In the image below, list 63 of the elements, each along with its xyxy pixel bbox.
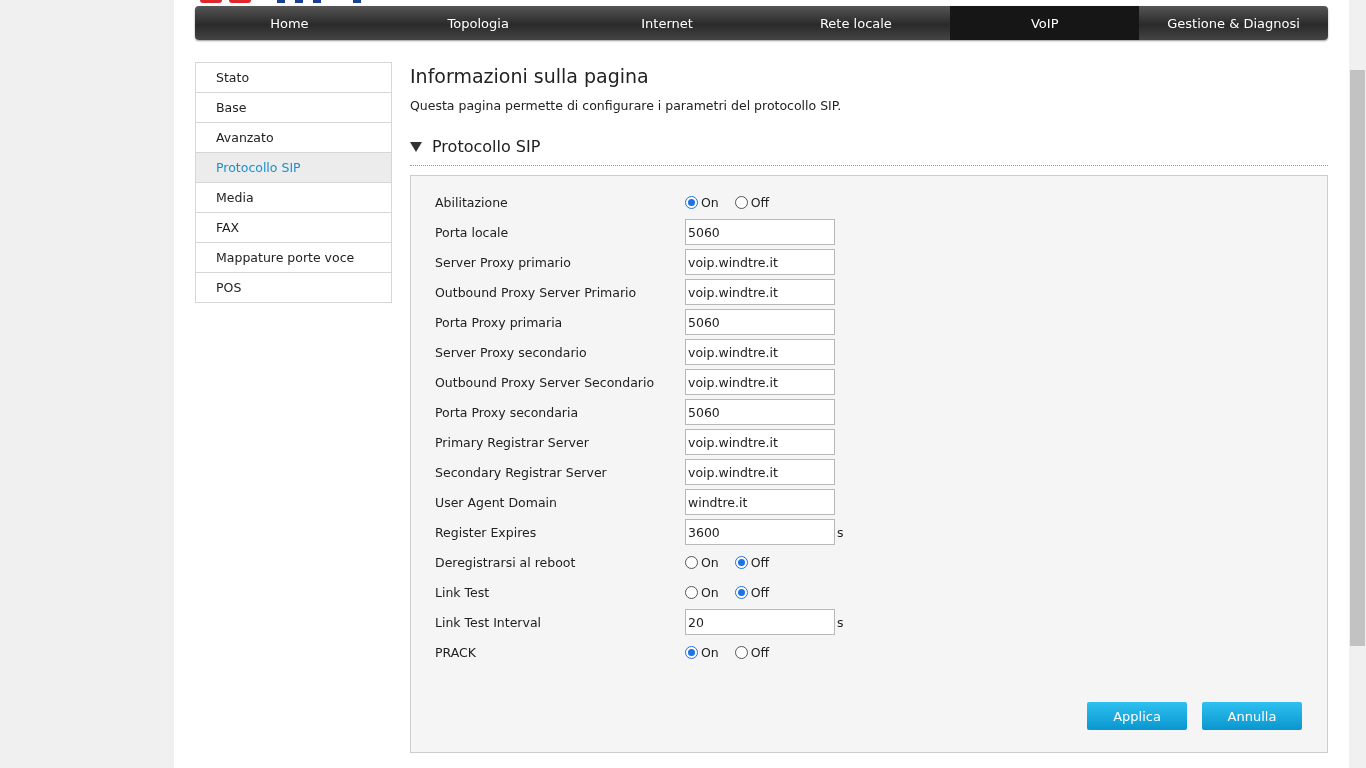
radio-icon[interactable] xyxy=(734,555,748,569)
radio-icon[interactable] xyxy=(685,195,698,209)
input-field[interactable]: 5060 xyxy=(685,309,835,335)
radio-option[interactable]: On xyxy=(685,644,719,660)
radio-icon[interactable] xyxy=(685,555,698,569)
nav-tab[interactable]: Topologia xyxy=(383,6,573,40)
nav-tab[interactable]: Internet xyxy=(572,6,762,40)
input-field[interactable]: voip.windtre.it xyxy=(685,369,835,395)
field-label: Outbound Proxy Server Primario xyxy=(435,284,638,300)
sidebar-item[interactable]: Avanzato xyxy=(195,122,392,153)
page-description: Questa pagina permette di configurare i parametri del protocollo SIP. xyxy=(410,98,843,113)
field-label: Link Test xyxy=(435,584,491,600)
page-title: Informazioni sulla pagina xyxy=(410,65,650,87)
field-label: Link Test Interval xyxy=(435,614,543,630)
radio-icon[interactable] xyxy=(734,195,748,209)
input-field[interactable]: windtre.it xyxy=(685,489,835,515)
input-field[interactable]: voip.windtre.it xyxy=(685,429,835,455)
sidebar-item[interactable]: FAX xyxy=(195,212,392,243)
radio-option[interactable]: On xyxy=(685,584,719,600)
expand-icon[interactable] xyxy=(410,141,422,152)
nav-tab[interactable]: VoIP xyxy=(950,6,1140,40)
section-title: Protocollo SIP xyxy=(432,137,541,156)
unit-label: s xyxy=(837,524,844,540)
radio-option[interactable]: On xyxy=(685,554,719,570)
field-label: Server Proxy primario xyxy=(435,254,572,270)
field-label: Abilitazione xyxy=(435,194,509,210)
sidebar-item[interactable]: Mappature porte voce xyxy=(195,242,392,273)
input-field[interactable]: voip.windtre.it xyxy=(685,339,835,365)
radio-option[interactable]: Off xyxy=(734,194,770,210)
radio-icon[interactable] xyxy=(734,585,748,599)
field-label: Deregistrarsi al reboot xyxy=(435,554,577,570)
radio-option[interactable]: Off xyxy=(734,644,770,660)
field-label: Porta locale xyxy=(435,224,510,240)
field-label: Secondary Registrar Server xyxy=(435,464,608,480)
nav-tab[interactable]: Gestione & Diagnosi xyxy=(1139,6,1328,40)
sidebar-item[interactable]: POS xyxy=(195,272,392,303)
field-label: Register Expires xyxy=(435,524,538,540)
field-label: Outbound Proxy Server Secondario xyxy=(435,374,656,390)
input-field[interactable]: 20 xyxy=(685,609,835,635)
field-label: Server Proxy secondario xyxy=(435,344,588,360)
radio-option[interactable]: Off xyxy=(734,554,770,570)
radio-icon[interactable] xyxy=(685,585,698,599)
sidebar-item[interactable]: Media xyxy=(195,182,392,213)
radio-option[interactable]: On xyxy=(685,194,719,210)
input-field[interactable]: voip.windtre.it xyxy=(685,279,835,305)
input-field[interactable]: 5060 xyxy=(685,399,835,425)
nav-tab[interactable]: Rete locale xyxy=(761,6,951,40)
field-label: Porta Proxy secondaria xyxy=(435,404,580,420)
radio-icon[interactable] xyxy=(685,645,698,659)
input-field[interactable]: voip.windtre.it xyxy=(685,459,835,485)
unit-label: s xyxy=(837,614,844,630)
field-label: Porta Proxy primaria xyxy=(435,314,564,330)
input-field[interactable]: voip.windtre.it xyxy=(685,249,835,275)
input-field[interactable]: 3600 xyxy=(685,519,835,545)
sidebar-item[interactable]: Base xyxy=(195,92,392,123)
radio-option[interactable]: Off xyxy=(734,584,770,600)
sidebar-item[interactable]: Stato xyxy=(195,62,392,93)
input-field[interactable]: 5060 xyxy=(685,219,835,245)
field-label: User Agent Domain xyxy=(435,494,558,510)
field-label: PRACK xyxy=(435,644,477,660)
field-label: Primary Registrar Server xyxy=(435,434,590,450)
radio-icon[interactable] xyxy=(734,645,748,659)
nav-tab[interactable]: Home xyxy=(195,6,384,40)
